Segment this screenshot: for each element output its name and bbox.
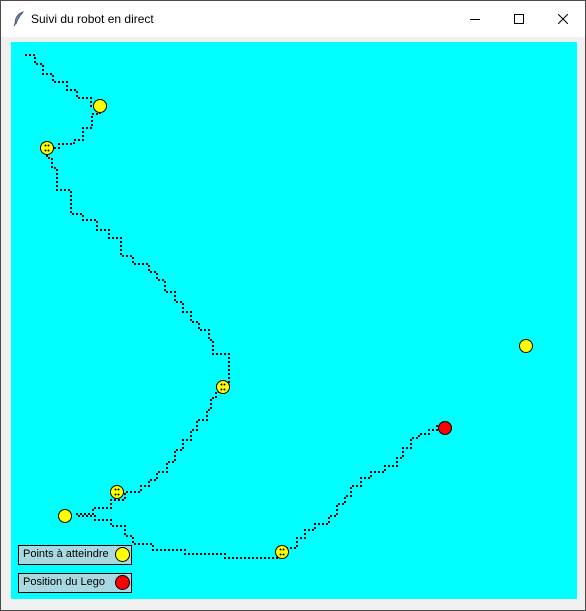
app-window: Suivi du robot en direct Points à attein… — [0, 0, 586, 611]
legend-targets: Points à atteindre — [18, 545, 132, 565]
close-button[interactable] — [541, 1, 585, 37]
minimize-icon — [470, 19, 480, 20]
target-point — [519, 339, 533, 353]
maximize-button[interactable] — [497, 1, 541, 37]
robot-position-marker — [438, 421, 452, 435]
robot-position-swatch — [115, 575, 130, 590]
window-title: Suivi du robot en direct — [31, 12, 154, 26]
legend-targets-label: Points à atteindre — [23, 548, 109, 560]
robot-path — [25, 54, 445, 559]
maximize-icon — [514, 14, 524, 24]
minimize-button[interactable] — [453, 1, 497, 37]
target-point — [40, 141, 54, 155]
legend-robot-label: Position du Lego — [23, 576, 105, 588]
close-icon — [558, 14, 568, 24]
tracking-drawing — [25, 54, 533, 559]
title-bar[interactable]: Suivi du robot en direct — [1, 1, 585, 37]
legend-robot: Position du Lego — [18, 573, 132, 593]
feather-icon — [13, 11, 25, 27]
target-point-swatch — [115, 547, 130, 562]
target-point — [110, 485, 124, 499]
target-point — [275, 545, 289, 559]
target-point — [58, 509, 72, 523]
target-point — [93, 99, 107, 113]
tracking-canvas[interactable]: Points à atteindre Position du Lego — [11, 42, 577, 599]
target-point — [216, 380, 230, 394]
